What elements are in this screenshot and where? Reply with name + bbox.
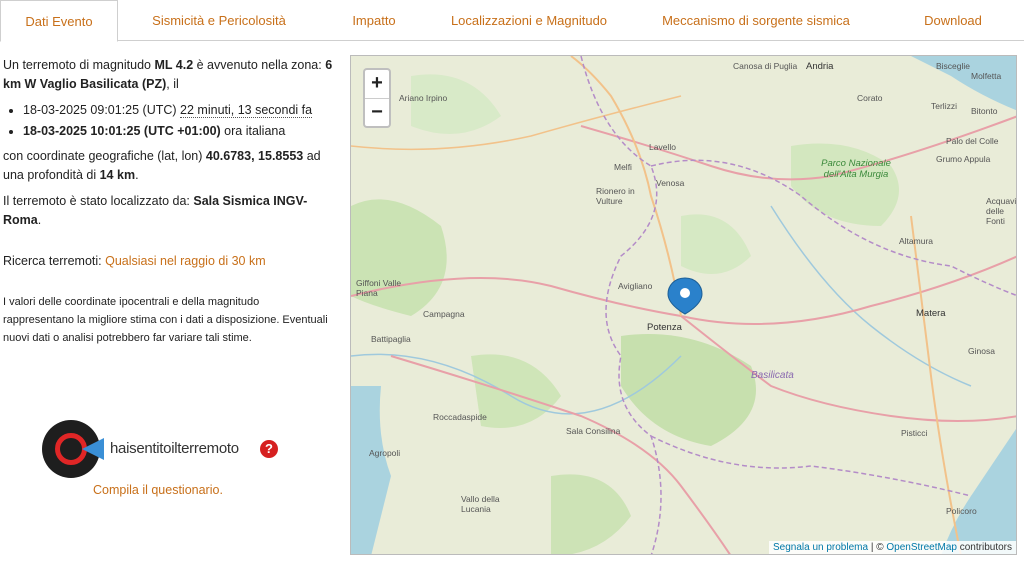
search-radius-link[interactable]: Qualsiasi nel raggio di 30 km: [105, 254, 266, 268]
map-label: Vallo della Lucania: [461, 494, 500, 514]
hai-sentito-banner[interactable]: haisentitoilterremoto ?: [42, 420, 292, 480]
local-suffix: ora italiana: [220, 124, 286, 138]
epicenter-marker-icon: [667, 277, 703, 315]
local-time-item: 18-03-2025 10:01:25 (UTC +01:00) ora ita…: [23, 122, 333, 141]
map-label: Canosa di Puglia: [733, 61, 798, 71]
localized-prefix: Il terremoto è stato localizzato da:: [3, 194, 194, 208]
map-label: Bisceglie: [936, 61, 971, 71]
zoom-in-button[interactable]: +: [365, 70, 389, 98]
map-label: Altamura: [899, 236, 934, 246]
map-tiles: [351, 56, 1016, 554]
hst-logo-text: haisentitoilterremoto: [110, 440, 239, 457]
localized-suffix: .: [37, 213, 42, 227]
local-time: 18-03-2025 10:01:25 (UTC +01:00): [23, 124, 221, 138]
map-label: Bitonto: [971, 106, 998, 116]
map-label: Battipaglia: [371, 334, 411, 344]
attribution-suffix: contributors: [956, 542, 1012, 553]
intro-text-3: , il: [166, 77, 179, 91]
time-list: 18-03-2025 09:01:25 (UTC) 22 minuti, 13 …: [23, 101, 333, 141]
tab-sismicita[interactable]: Sismicità e Pericolosità: [118, 0, 320, 41]
osm-link[interactable]: OpenStreetMap: [886, 542, 957, 553]
depth-suffix: .: [135, 168, 139, 182]
map-label: Grumo Appula: [936, 154, 991, 164]
intro-text: Un terremoto di magnitudo: [3, 58, 155, 72]
map-label: Corato: [857, 93, 883, 103]
zoom-control: + −: [363, 68, 391, 128]
map-label: Acquaviva delle Fonti: [986, 196, 1017, 226]
tab-meccanismo[interactable]: Meccanismo di sorgente sismica: [630, 0, 882, 41]
map-label: Matera: [916, 308, 946, 319]
map-label: Pisticci: [901, 428, 928, 438]
map-label: Potenza: [647, 322, 682, 333]
magnitude-value: ML 4.2: [154, 58, 194, 72]
map-label: Ginosa: [968, 346, 995, 356]
map-label: Policoro: [946, 506, 977, 516]
map-label: Agropoli: [369, 448, 401, 458]
zoom-out-button[interactable]: −: [365, 98, 389, 126]
coords-prefix: con coordinate geografiche (lat, lon): [3, 149, 206, 163]
map-attribution: Segnala un problema | © OpenStreetMap co…: [768, 541, 1016, 554]
search-prefix: Ricerca terremoti:: [3, 254, 106, 268]
coordinates-text: con coordinate geografiche (lat, lon) 40…: [3, 147, 333, 185]
disclaimer-text: I valori delle coordinate ipocentrali e …: [3, 296, 328, 344]
tab-bar: Dati Evento Sismicità e Pericolosità Imp…: [0, 0, 1024, 42]
localized-text: Il terremoto è stato localizzato da: Sal…: [3, 192, 333, 230]
map-label: Basilicata: [751, 370, 794, 381]
intro-text-2: è avvenuto nella zona:: [193, 58, 326, 72]
map-label: Melfi: [614, 162, 632, 172]
tab-dati-evento[interactable]: Dati Evento: [0, 0, 118, 42]
map-label: Ariano Irpino: [399, 93, 448, 103]
map-label: Roccadaspide: [433, 412, 487, 422]
search-line: Ricerca terremoti: Qualsiasi nel raggio …: [3, 252, 333, 271]
elapsed-time: 22 minuti, 13 secondi fa: [180, 103, 313, 118]
questionnaire-link[interactable]: Compila il questionario.: [93, 483, 223, 497]
map-label: Rionero in Vulture: [596, 186, 635, 206]
map-label: Palo del Colle: [946, 136, 999, 146]
map-label: Sala Consilina: [566, 426, 621, 436]
report-problem-link[interactable]: Segnala un problema: [773, 542, 868, 553]
map-label: Campagna: [423, 309, 465, 319]
map-label: Molfetta: [971, 71, 1002, 81]
tab-download[interactable]: Download: [882, 0, 1024, 41]
utc-time: 18-03-2025 09:01:25 (UTC): [23, 103, 177, 117]
depth-value: 14 km: [99, 168, 136, 182]
map-label: Venosa: [656, 178, 685, 188]
tab-impatto[interactable]: Impatto: [320, 0, 428, 41]
event-info: Un terremoto di magnitudo ML 4.2 è avven…: [3, 56, 333, 354]
event-summary: Un terremoto di magnitudo ML 4.2 è avven…: [3, 56, 333, 94]
map-label: Giffoni Valle Piana: [356, 278, 402, 298]
tab-localizzazioni[interactable]: Localizzazioni e Magnitudo: [428, 0, 630, 41]
map-label: Lavello: [649, 142, 676, 152]
map-label: Terlizzi: [931, 101, 957, 111]
attribution-separator: | ©: [868, 542, 887, 553]
help-icon[interactable]: ?: [260, 440, 278, 458]
hst-logo-icon: [42, 420, 104, 478]
map-label: Parco Nazionale dell'Alta Murgia: [821, 158, 891, 180]
utc-time-item: 18-03-2025 09:01:25 (UTC) 22 minuti, 13 …: [23, 101, 333, 120]
event-map[interactable]: + − Andria Canosa di Puglia Bisceglie Mo…: [350, 55, 1017, 555]
map-label: Avigliano: [618, 281, 653, 291]
coords-value: 40.6783, 15.8553: [205, 149, 304, 163]
map-label: Andria: [806, 61, 834, 72]
